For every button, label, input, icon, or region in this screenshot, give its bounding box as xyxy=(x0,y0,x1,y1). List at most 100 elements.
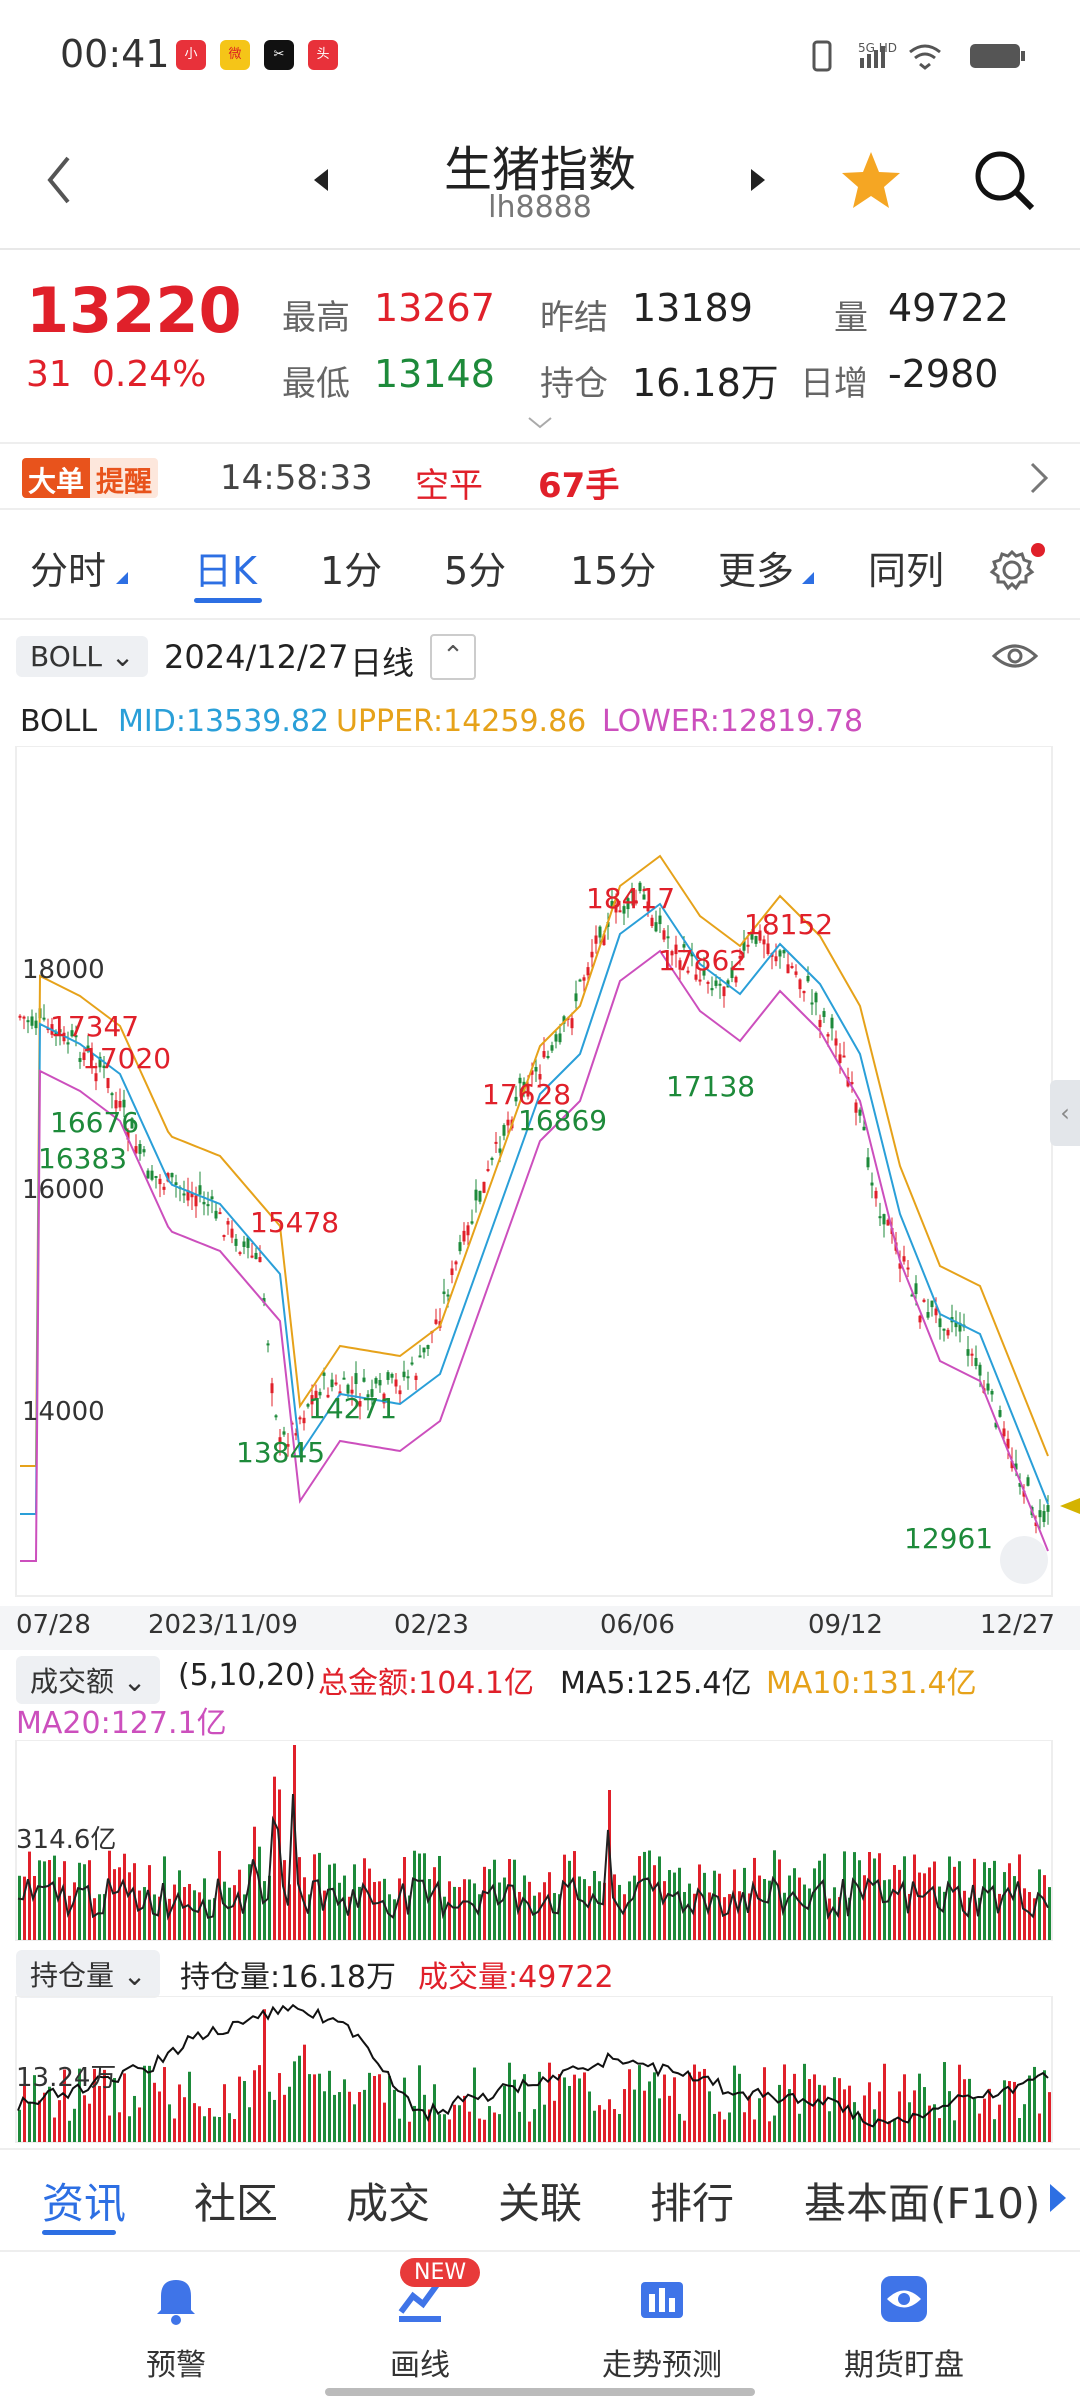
openint-bar xyxy=(853,2102,856,2142)
candle-body xyxy=(302,1417,306,1424)
eye-toggle-icon[interactable] xyxy=(990,638,1040,674)
candle-body xyxy=(138,1144,142,1154)
turnover-bar xyxy=(648,1850,651,1940)
turnover-bar xyxy=(43,1861,46,1940)
turnover-bar xyxy=(503,1877,506,1940)
candle-body xyxy=(486,1169,490,1172)
candle-body xyxy=(206,1204,210,1207)
openint-bar xyxy=(518,2111,521,2142)
turnover-bar xyxy=(298,1857,301,1940)
openint-bar xyxy=(43,2092,46,2142)
candle-body xyxy=(170,1172,174,1178)
turnover-bar xyxy=(698,1864,701,1940)
openint-bar xyxy=(528,2121,531,2142)
openint-volume: 成交量:49722 xyxy=(418,1960,614,1995)
tab-news[interactable]: 资讯 xyxy=(42,2170,126,2231)
turnover-bar xyxy=(623,1894,626,1940)
kline-chart[interactable]: 18000 16000 14000 17347 17020 16676 1638… xyxy=(0,746,1080,1606)
turnover-bar xyxy=(153,1894,156,1940)
x-label: 12/27 xyxy=(980,1610,1055,1640)
candle-body xyxy=(450,1268,454,1275)
tab-15min[interactable]: 15分 xyxy=(570,540,656,595)
next-contract-icon[interactable] xyxy=(745,165,769,195)
tabs-scroll-icon[interactable] xyxy=(1046,2180,1070,2216)
openint-bar xyxy=(378,2074,381,2142)
x-label: 06/06 xyxy=(600,1610,675,1640)
tab-same-row[interactable]: 同列 xyxy=(868,540,944,595)
openint-bar xyxy=(903,2074,906,2142)
candle-body xyxy=(778,950,782,957)
tab-ranking[interactable]: 排行 xyxy=(650,2170,734,2231)
tab-daily-k[interactable]: 日K xyxy=(194,540,257,595)
expand-chevron-icon[interactable] xyxy=(525,412,555,432)
candle-body xyxy=(154,1175,158,1178)
candle-body xyxy=(662,930,666,940)
search-icon[interactable] xyxy=(972,148,1038,214)
openint-bar xyxy=(978,2113,981,2142)
alert-type: 空平 xyxy=(415,466,483,506)
turnover-bar xyxy=(868,1852,871,1940)
nav-watch[interactable]: 期货盯盘 xyxy=(804,2272,1004,2384)
openint-bar xyxy=(598,2105,601,2142)
big-order-badge: 大单 提醒 xyxy=(22,458,159,498)
tab-more[interactable]: 更多 xyxy=(718,540,794,595)
tab-1min[interactable]: 1分 xyxy=(320,540,382,595)
volume-label: 量 xyxy=(834,298,868,338)
candle-body xyxy=(342,1377,346,1380)
openint-bar xyxy=(638,2065,641,2142)
tab-trades[interactable]: 成交 xyxy=(346,2170,430,2231)
big-order-alert[interactable]: 大单 提醒 14:58:33 空平 67手 xyxy=(0,442,1080,510)
alert-qty: 67手 xyxy=(538,466,620,506)
boll-mid-value: MID:13539.82 xyxy=(118,704,330,739)
candle-body xyxy=(194,1195,198,1207)
candle-body xyxy=(598,926,602,938)
kline-date: 2024/12/27 xyxy=(164,638,349,676)
openint-bar xyxy=(723,2119,726,2142)
candle-body xyxy=(26,1020,30,1023)
candle-body xyxy=(238,1252,242,1255)
chevron-right-icon[interactable] xyxy=(1024,460,1054,496)
x-label: 07/28 xyxy=(16,1610,91,1640)
bell-icon xyxy=(157,2280,195,2325)
tab-fundamentals[interactable]: 基本面(F10) xyxy=(804,2170,1040,2231)
settings-gear-icon[interactable] xyxy=(986,538,1046,598)
tab-related[interactable]: 关联 xyxy=(498,2170,582,2231)
favorite-star-icon[interactable] xyxy=(838,148,904,214)
turnover-bar xyxy=(208,1899,211,1940)
candle-body xyxy=(18,1015,22,1018)
openint-bar xyxy=(648,2081,651,2142)
kline-chart-area[interactable]: BOLL ⌄ 2024/12/27 日线 ⌃ BOLL MID:13539.82… xyxy=(0,620,1080,2143)
turnover-selector[interactable]: 成交额 ⌄ xyxy=(16,1656,161,1704)
open-int-label: 持仓 xyxy=(540,364,608,404)
turnover-bar xyxy=(28,1851,31,1940)
openint-bar xyxy=(573,2074,576,2142)
side-panel-handle[interactable]: ‹ xyxy=(1050,1080,1080,1146)
tab-intraday[interactable]: 分时 xyxy=(30,540,106,595)
candle-body xyxy=(786,964,790,974)
openint-selector[interactable]: 持仓量 ⌄ xyxy=(16,1950,161,1998)
nav-alert[interactable]: 预警 xyxy=(76,2272,276,2384)
openint-bar xyxy=(728,2112,731,2142)
openint-bar xyxy=(413,2105,416,2142)
openint-chart[interactable]: 13.24万 xyxy=(0,1996,1080,2146)
candle-body xyxy=(822,1011,826,1018)
tab-community[interactable]: 社区 xyxy=(194,2170,278,2231)
openint-bar xyxy=(318,2073,321,2142)
indicator-selector[interactable]: BOLL ⌄ xyxy=(16,636,149,677)
turnover-ma20: MA20:127.1亿 xyxy=(16,1706,227,1741)
candle-body xyxy=(222,1235,226,1238)
tab-5min[interactable]: 5分 xyxy=(444,540,506,595)
candle-body xyxy=(406,1376,410,1379)
turnover-bar xyxy=(618,1884,621,1940)
openint-bar xyxy=(1018,2117,1021,2142)
turnover-bar xyxy=(138,1890,141,1940)
status-bar: 00:41 小 微 ✂ 头 5G HD xyxy=(0,0,1080,110)
collapse-chevron-icon[interactable]: ⌃ xyxy=(430,634,476,680)
boll-upper-value: UPPER:14259.86 xyxy=(336,704,587,739)
turnover-chart[interactable]: 314.6亿 xyxy=(0,1740,1080,1944)
nav-forecast[interactable]: 走势预测 xyxy=(562,2272,762,2384)
candle-body xyxy=(458,1242,462,1252)
candle-body xyxy=(454,1261,458,1265)
candle-body xyxy=(298,1417,302,1420)
nav-draw-line[interactable]: NEW 画线 xyxy=(320,2258,520,2384)
